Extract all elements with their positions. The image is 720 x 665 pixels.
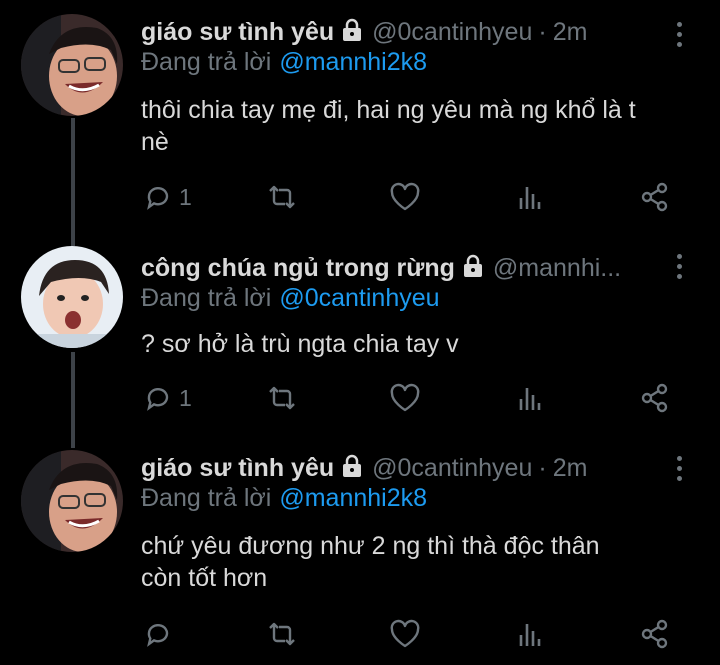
tweet-text: ? sơ hở là trù ngta chia tay v (141, 328, 701, 360)
action-bar (0, 614, 720, 654)
more-icon[interactable] (676, 456, 684, 486)
user-handle[interactable]: @mannhi... (493, 254, 621, 283)
replying-to: Đang trả lời @0cantinhyeu (141, 284, 440, 313)
tweet-text-line: thôi chia tay mẹ đi, hai ng yêu mà ng kh… (141, 96, 636, 124)
tweet[interactable]: giáo sư tình yêu @0cantinhyeu · 2m Đang … (0, 448, 720, 665)
replying-to-label: Đang trả lời (141, 484, 272, 512)
retweet-button[interactable] (265, 177, 299, 217)
analytics-button[interactable] (517, 614, 545, 654)
more-icon[interactable] (676, 254, 684, 284)
mention-link[interactable]: @mannhi2k8 (279, 484, 427, 512)
tweet[interactable]: giáo sư tình yêu @0cantinhyeu · 2m Đang … (0, 12, 720, 232)
tweet-text-line: chứ yêu đương như 2 ng thì thà độc thân (141, 532, 600, 560)
reply-button[interactable] (143, 614, 179, 654)
retweet-button[interactable] (265, 614, 299, 654)
reply-icon (147, 388, 169, 411)
reply-icon (147, 624, 169, 647)
retweet-icon (269, 622, 295, 646)
timestamp[interactable]: 2m (553, 454, 588, 483)
user-handle[interactable]: @0cantinhyeu (372, 18, 532, 47)
like-button[interactable] (389, 177, 421, 217)
analytics-icon (519, 187, 541, 209)
replying-to-label: Đang trả lời (141, 284, 272, 312)
reply-icon (147, 187, 169, 210)
tweet[interactable]: công chúa ngủ trong rừng @mannhi... Đang… (0, 246, 720, 428)
more-icon[interactable] (676, 22, 684, 52)
like-icon (390, 182, 420, 211)
mention-link[interactable]: @0cantinhyeu (279, 284, 439, 312)
analytics-button[interactable] (517, 177, 545, 217)
lock-icon (340, 454, 364, 483)
share-icon (641, 182, 668, 212)
like-button[interactable] (389, 378, 421, 418)
reply-button[interactable]: 1 (143, 177, 192, 217)
analytics-icon (519, 624, 541, 646)
reply-count: 1 (179, 384, 192, 411)
replying-to: Đang trả lời @mannhi2k8 (141, 484, 427, 513)
share-button[interactable] (640, 177, 670, 217)
separator-dot: · (538, 17, 547, 46)
avatar[interactable] (21, 450, 123, 552)
avatar[interactable] (21, 246, 123, 348)
user-handle[interactable]: @0cantinhyeu (372, 454, 532, 483)
tweet-header: giáo sư tình yêu @0cantinhyeu · 2m (141, 12, 660, 52)
share-icon (641, 383, 668, 413)
like-icon (390, 383, 420, 412)
share-icon (641, 619, 668, 649)
analytics-icon (519, 388, 541, 410)
like-button[interactable] (389, 614, 421, 654)
tweet-text: chứ yêu đương như 2 ng thì thà độc thân … (141, 530, 701, 594)
action-bar: 1 (0, 378, 720, 418)
mention-link[interactable]: @mannhi2k8 (279, 48, 427, 76)
tweet-text-line: còn tốt hơn (141, 564, 268, 592)
replying-to-label: Đang trả lời (141, 48, 272, 76)
replying-to: Đang trả lời @mannhi2k8 (141, 48, 427, 77)
retweet-button[interactable] (265, 378, 299, 418)
lock-icon (461, 254, 485, 283)
tweet-text: thôi chia tay mẹ đi, hai ng yêu mà ng kh… (141, 94, 701, 158)
action-bar: 1 (0, 177, 720, 217)
display-name[interactable]: giáo sư tình yêu (141, 18, 334, 47)
reply-count: 1 (179, 183, 192, 210)
tweet-text-line: nè (141, 128, 169, 156)
retweet-icon (269, 185, 295, 209)
tweet-header: giáo sư tình yêu @0cantinhyeu · 2m (141, 448, 660, 488)
timestamp[interactable]: 2m (553, 18, 588, 47)
separator-dot: · (538, 453, 547, 482)
share-button[interactable] (640, 614, 670, 654)
tweet-text-line: ? sơ hở là trù ngta chia tay v (141, 330, 459, 358)
display-name[interactable]: giáo sư tình yêu (141, 454, 334, 483)
display-name[interactable]: công chúa ngủ trong rừng (141, 254, 455, 283)
tweet-header: công chúa ngủ trong rừng @mannhi... (141, 248, 660, 288)
lock-icon (340, 18, 364, 47)
analytics-button[interactable] (517, 378, 545, 418)
reply-button[interactable]: 1 (143, 378, 192, 418)
like-icon (390, 619, 420, 648)
avatar[interactable] (21, 14, 123, 116)
share-button[interactable] (640, 378, 670, 418)
retweet-icon (269, 386, 295, 410)
